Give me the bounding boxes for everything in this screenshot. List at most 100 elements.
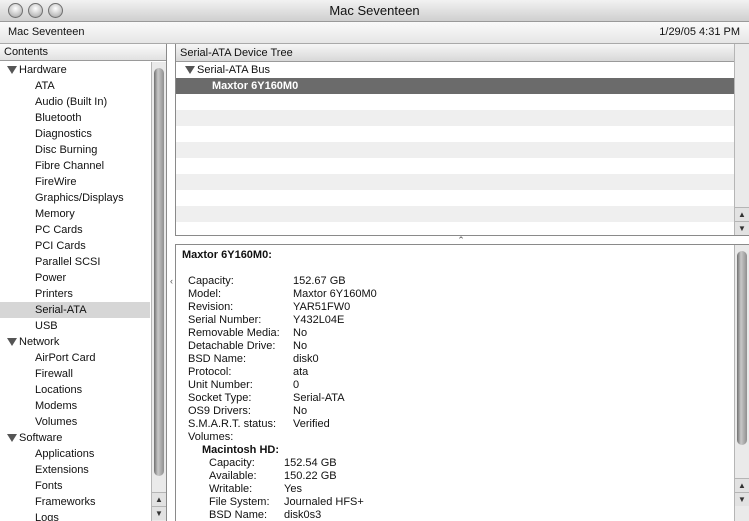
volume-property-value: disk0s3 [284, 509, 322, 521]
detail-title: Maxtor 6Y160M0: [182, 249, 272, 261]
computer-name: Mac Seventeen [8, 26, 85, 38]
info-bar: Mac Seventeen 1/29/05 4:31 PM [0, 22, 749, 44]
sidebar-item-graphics-displays[interactable]: Graphics/Displays [0, 190, 150, 206]
empty-row [176, 94, 749, 110]
device-tree-header: Serial-ATA Device Tree [176, 44, 749, 62]
sidebar-item-locations[interactable]: Locations [0, 382, 150, 398]
volume-property-label: BSD Name: [209, 509, 268, 521]
property-value: 0 [293, 379, 300, 391]
empty-row [176, 158, 749, 174]
volume-property-label: Writable: [209, 483, 253, 495]
detail-scroll-down-button[interactable]: ▼ [735, 492, 749, 506]
device-tree-panel: Serial-ATA Device Tree Serial-ATA Bus Ma… [175, 44, 749, 236]
sidebar-item-pc-cards[interactable]: PC Cards [0, 222, 150, 238]
device-tree-scrollbar[interactable]: ▲ ▼ [734, 44, 749, 235]
property-label: S.M.A.R.T. status: [188, 418, 277, 430]
sidebar-item-printers[interactable]: Printers [0, 286, 150, 302]
volume-property-value: Yes [284, 483, 302, 495]
property-label: Removable Media: [188, 327, 280, 339]
property-value: No [293, 327, 308, 339]
title-bar[interactable]: Mac Seventeen [0, 0, 749, 22]
window-title: Mac Seventeen [329, 3, 420, 18]
detail-scroll-up-button[interactable]: ▲ [735, 478, 749, 492]
contents-tree: Hardware ATA Audio (Built In) Bluetooth Diag… [0, 62, 150, 521]
sidebar-item-usb[interactable]: USB [0, 318, 150, 334]
detail-scroll-thumb[interactable] [737, 251, 747, 445]
sidebar-item-logs[interactable]: Logs [0, 510, 150, 521]
sidebar-category-software[interactable]: Software [0, 430, 150, 446]
sidebar-item-audio-built-in[interactable]: Audio (Built In) [0, 94, 150, 110]
disclosure-triangle-icon[interactable] [185, 66, 195, 74]
property-label: OS9 Drivers: [188, 405, 251, 417]
volume-property-label: File System: [209, 496, 270, 508]
property-value: Verified [293, 418, 330, 430]
sidebar-item-firewire[interactable]: FireWire [0, 174, 150, 190]
empty-row [176, 174, 749, 190]
device-detail-panel: Maxtor 6Y160M0: Capacity: 152.67 GB Model:… [175, 244, 749, 521]
sidebar-item-frameworks[interactable]: Frameworks [0, 494, 150, 510]
property-value: No [293, 340, 308, 352]
property-value: 152.67 GB [293, 275, 346, 287]
property-label: Protocol: [188, 366, 232, 378]
property-value: No [293, 405, 308, 417]
sidebar-item-extensions[interactable]: Extensions [0, 462, 150, 478]
empty-row [176, 206, 749, 222]
volume-property-value: 152.54 GB [284, 457, 337, 469]
empty-row [176, 142, 749, 158]
sidebar-scroll-up-button[interactable]: ▲ [152, 492, 166, 506]
contents-header: Contents [0, 44, 166, 61]
sidebar-category-hardware[interactable]: Hardware [0, 62, 150, 78]
sidebar-item-applications[interactable]: Applications [0, 446, 150, 462]
property-value: YAR51FW0 [293, 301, 351, 313]
bus-label: Serial-ATA Bus [197, 64, 270, 76]
sidebar-category-label: Network [19, 336, 60, 348]
property-value: ata [293, 366, 309, 378]
sidebar-item-fibre-channel[interactable]: Fibre Channel [0, 158, 150, 174]
sidebar-item-airport-card[interactable]: AirPort Card [0, 350, 150, 366]
property-label: Unit Number: [188, 379, 253, 391]
volume-property-label: Capacity: [209, 457, 255, 469]
sidebar-item-bluetooth[interactable]: Bluetooth [0, 110, 150, 126]
tree-scroll-up-button[interactable]: ▲ [735, 207, 749, 221]
sidebar-scroll-thumb[interactable] [154, 68, 164, 476]
property-value: Y432L04E [293, 314, 345, 326]
sidebar-item-fonts[interactable]: Fonts [0, 478, 150, 494]
sidebar-item-parallel-scsi[interactable]: Parallel SCSI [0, 254, 150, 270]
sidebar-category-network[interactable]: Network [0, 334, 150, 350]
sidebar-item-serial-ata[interactable]: Serial-ATA [0, 302, 150, 318]
sidebar-item-power[interactable]: Power [0, 270, 150, 286]
device-label: Maxtor 6Y160M0 [212, 80, 299, 92]
split-view-handle[interactable]: ‹ [168, 274, 175, 288]
sidebar-item-firewall[interactable]: Firewall [0, 366, 150, 382]
property-label: Capacity: [188, 275, 234, 287]
sidebar-item-pci-cards[interactable]: PCI Cards [0, 238, 150, 254]
property-label: Volumes: [188, 431, 234, 443]
sidebar-item-disc-burning[interactable]: Disc Burning [0, 142, 150, 158]
tree-scroll-down-button[interactable]: ▼ [735, 221, 749, 235]
disclosure-triangle-icon[interactable] [7, 434, 17, 442]
contents-sidebar: Contents Hardware ATA Audio (Built In) Blue… [0, 44, 167, 521]
sidebar-item-ata[interactable]: ATA [0, 78, 150, 94]
sidebar-item-volumes[interactable]: Volumes [0, 414, 150, 430]
pane-resize-grip-icon[interactable]: ⌃ [456, 236, 466, 245]
sidebar-scroll-down-button[interactable]: ▼ [152, 506, 166, 520]
disclosure-triangle-icon[interactable] [7, 338, 17, 346]
property-label: Revision: [188, 301, 234, 313]
empty-row [176, 110, 749, 126]
property-value: Serial-ATA [293, 392, 345, 404]
property-label: Socket Type: [188, 392, 252, 404]
device-row-selected[interactable]: Maxtor 6Y160M0 [176, 78, 749, 94]
sidebar-item-modems[interactable]: Modems [0, 398, 150, 414]
property-label: Model: [188, 288, 222, 300]
volume-property-label: Available: [209, 470, 257, 482]
disclosure-triangle-icon[interactable] [7, 66, 17, 74]
sidebar-item-diagnostics[interactable]: Diagnostics [0, 126, 150, 142]
sidebar-item-memory[interactable]: Memory [0, 206, 150, 222]
sidebar-category-label: Software [19, 432, 63, 444]
property-label: BSD Name: [188, 353, 247, 365]
volume-name: Macintosh HD: [202, 444, 279, 456]
sidebar-scrollbar[interactable]: ▲ ▼ [151, 62, 166, 521]
detail-scrollbar[interactable]: ▲ ▼ [734, 245, 749, 521]
property-value: disk0 [293, 353, 319, 365]
bus-row[interactable]: Serial-ATA Bus [176, 62, 749, 78]
